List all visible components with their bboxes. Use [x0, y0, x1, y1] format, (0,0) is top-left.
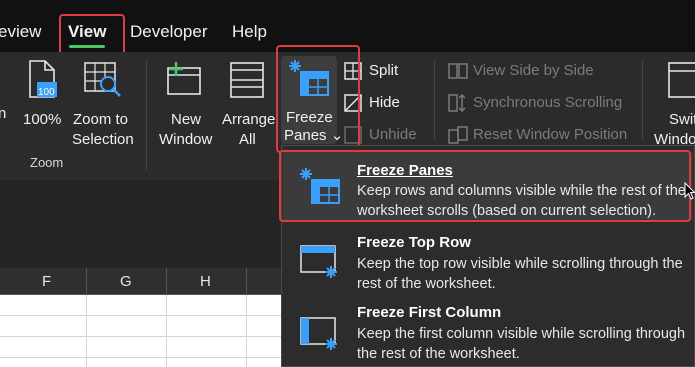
col-line: [86, 295, 87, 367]
reset-window-icon: [448, 126, 468, 144]
col-line: [166, 295, 167, 367]
switch-windows-icon: [668, 62, 695, 98]
new-window-button[interactable]: New Window: [156, 60, 216, 148]
row-line: [0, 336, 282, 337]
arrange-all-line2: All: [239, 131, 256, 148]
view-side-by-side-button[interactable]: View Side by Side: [448, 60, 628, 84]
column-header-h[interactable]: H: [200, 273, 211, 290]
split-label: Split: [369, 62, 399, 79]
zoom-to-selection-button[interactable]: Zoom to Selection: [70, 60, 136, 148]
zoom-group-label: Zoom: [30, 155, 64, 170]
menu-item-title: Freeze Top Row: [357, 234, 471, 251]
freeze-top-row-icon: [300, 245, 337, 278]
tab-help[interactable]: Help: [232, 22, 267, 42]
arrange-all-line1: Arrange: [222, 111, 276, 128]
new-window-line1: New: [171, 111, 202, 128]
column-headers: F G H: [0, 268, 282, 295]
menu-item-description: Keep the top row visible while scrolling…: [357, 256, 683, 292]
new-window-line2: Window: [159, 131, 213, 148]
view-tab-highlight: [59, 14, 125, 56]
menu-item-freeze-top-row[interactable]: Freeze Top Row Keep the top row visible …: [282, 226, 695, 296]
switch-windows-button[interactable]: Swit Windo: [652, 60, 695, 148]
arrange-all-icon: [230, 62, 264, 98]
switch-windows-line1: Swit: [669, 111, 695, 128]
sync-scroll-icon: [448, 94, 466, 112]
side-by-side-icon: [448, 63, 468, 79]
reset-window-position-label: Reset Window Position: [473, 126, 628, 143]
menu-item-title: Freeze First Column: [357, 304, 502, 321]
unhide-label: Unhide: [369, 126, 417, 143]
freeze-panes-highlight: [276, 45, 360, 153]
zoom-100-button[interactable]: 100 100%: [22, 60, 62, 140]
column-divider: [246, 268, 247, 294]
ribbon-cut-label: n: [0, 105, 7, 122]
view-side-by-side-label: View Side by Side: [473, 62, 594, 79]
ribbon-separator: [642, 60, 643, 140]
hide-label: Hide: [369, 94, 400, 111]
row-line: [0, 315, 282, 316]
freeze-panes-item-highlight: [279, 150, 691, 222]
column-header-g[interactable]: G: [120, 273, 132, 290]
tab-review[interactable]: eview: [0, 22, 41, 42]
synchronous-scrolling-label: Synchronous Scrolling: [473, 94, 623, 111]
new-window-icon: [167, 62, 201, 95]
menu-item-freeze-first-column[interactable]: Freeze First Column Keep the first colum…: [282, 296, 695, 366]
mouse-cursor-icon: [684, 182, 695, 200]
column-divider: [86, 268, 87, 294]
zoom-to-selection-line1: Zoom to: [73, 111, 129, 128]
zoom-to-selection-line2: Selection: [72, 131, 134, 148]
ribbon-separator: [146, 60, 147, 170]
col-line: [246, 295, 247, 367]
ribbon-separator: [434, 60, 435, 140]
zoom-100-label: 100%: [23, 111, 62, 128]
freeze-first-column-icon: [300, 317, 337, 350]
tab-developer[interactable]: Developer: [130, 22, 208, 42]
formula-area: [0, 180, 282, 268]
synchronous-scrolling-button[interactable]: Synchronous Scrolling: [448, 92, 628, 116]
column-divider: [166, 268, 167, 294]
column-header-f[interactable]: F: [42, 273, 51, 290]
row-line: [0, 357, 282, 358]
arrange-all-button[interactable]: Arrange All: [220, 60, 276, 148]
zoom-selection-icon: [84, 62, 121, 97]
menu-item-description: Keep the first column visible while scro…: [357, 326, 686, 362]
worksheet-grid[interactable]: [0, 295, 282, 367]
zoom-badge: 100: [38, 87, 55, 98]
